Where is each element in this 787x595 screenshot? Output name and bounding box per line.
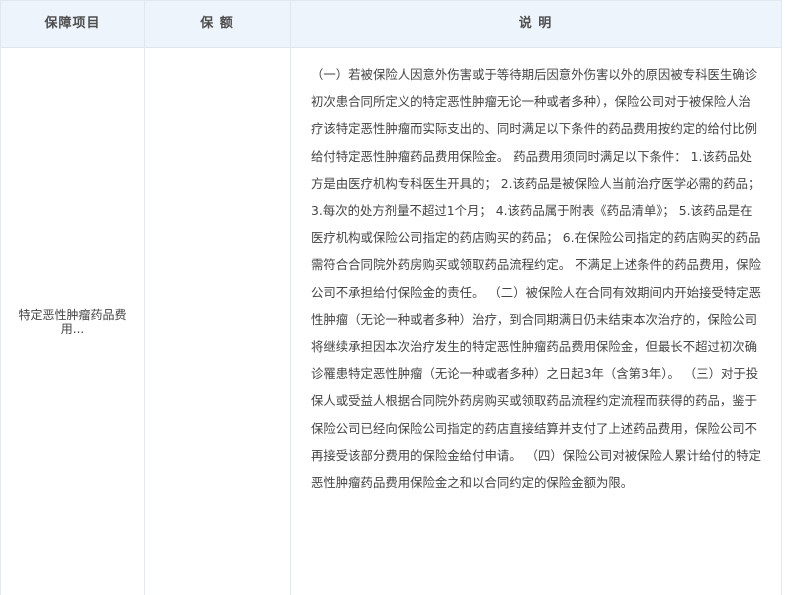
table-row: 特定恶性肿瘤药品费用... （一）若被保险人因意外伤害或于等待期后因意外伤害以外… <box>1 48 781 595</box>
header-coverage-item: 保障项目 <box>44 16 101 31</box>
description-cell: （一）若被保险人因意外伤害或于等待期后因意外伤害以外的原因被专科医生确诊初次患合… <box>290 48 781 595</box>
coverage-item-name: 特定恶性肿瘤药品费用... <box>18 307 127 336</box>
description-text: （一）若被保险人因意外伤害或于等待期后因意外伤害以外的原因被专科医生确诊初次患合… <box>311 67 762 491</box>
header-description: 说 明 <box>518 16 553 31</box>
header-coverage-amount: 保 额 <box>200 16 234 31</box>
coverage-amount-cell <box>144 48 290 595</box>
column-divider <box>144 0 145 595</box>
coverage-item-cell: 特定恶性肿瘤药品费用... <box>1 48 144 595</box>
table-header-row: 保障项目 保 额 说 明 <box>1 0 781 48</box>
column-divider <box>290 0 291 595</box>
coverage-table: 保障项目 保 额 说 明 特定恶性肿瘤药品费用... （一）若被保险人因意外伤害… <box>0 0 782 595</box>
